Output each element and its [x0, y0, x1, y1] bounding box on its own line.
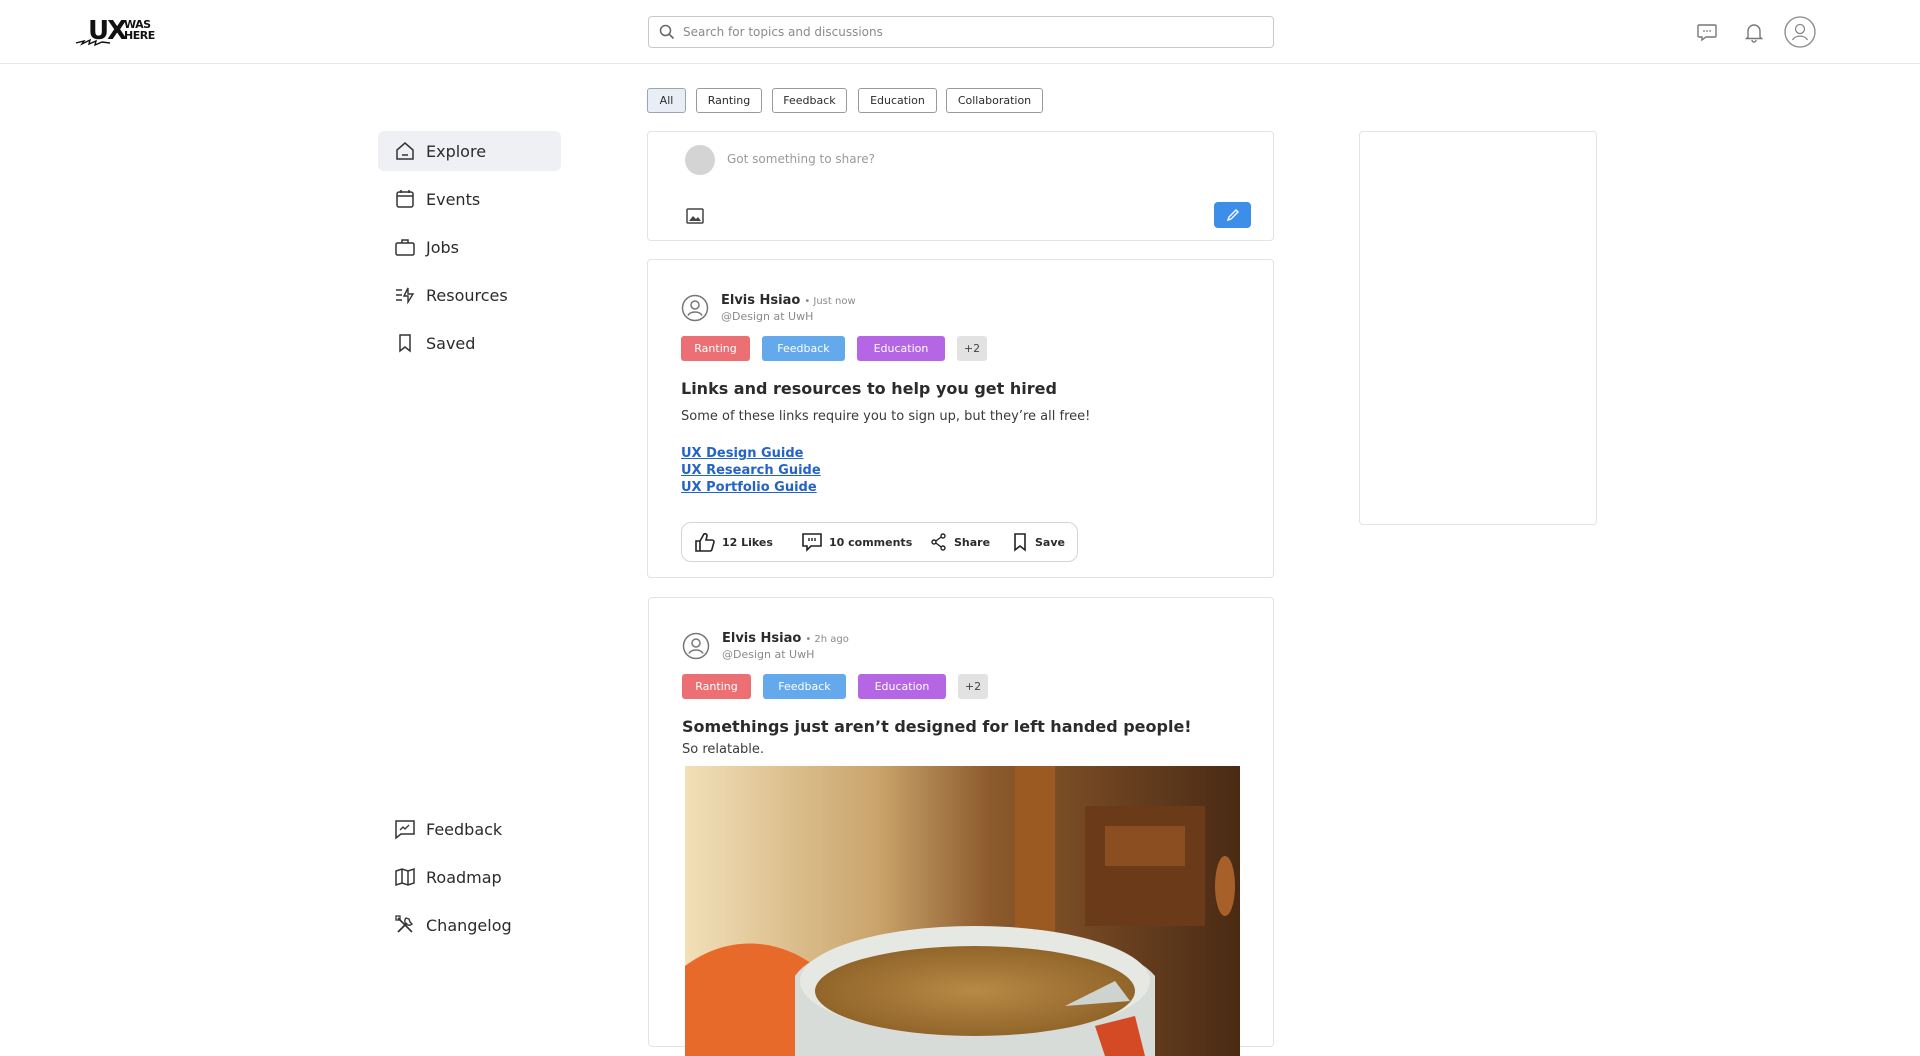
post-actions: 12 Likes 10 comments Share Save — [681, 522, 1078, 562]
post-handle: @Design at UwH — [721, 310, 814, 323]
tag-ranting[interactable]: Ranting — [681, 336, 750, 361]
chat-icon — [1697, 24, 1717, 42]
post-card: Elvis Hsiao • 2h ago @Design at UwH Ranti… — [648, 597, 1274, 1056]
pencil-icon — [1226, 209, 1239, 222]
coffee-cup-photo — [685, 766, 1240, 1056]
post-author[interactable]: Elvis Hsiao • Just now — [721, 293, 856, 308]
logo-splash-graphic — [76, 38, 110, 46]
post-image[interactable] — [685, 766, 1240, 1056]
briefcase-icon — [395, 239, 415, 256]
filter-chip-collaboration[interactable]: Collaboration — [946, 88, 1043, 113]
bookmark-icon — [1014, 533, 1026, 552]
post-title[interactable]: Links and resources to help you get hire… — [681, 379, 1057, 398]
sidebar-item-label: Explore — [426, 141, 487, 161]
top-bar: UX WAS HERE — [0, 0, 1920, 64]
sidebar-item-jobs[interactable]: Jobs — [378, 227, 561, 267]
sidebar-item-changelog[interactable]: Changelog — [378, 905, 561, 945]
sidebar-item-label: Jobs — [426, 237, 459, 257]
like-button[interactable]: 12 Likes — [694, 523, 773, 561]
attach-image-button[interactable] — [685, 206, 705, 226]
sidebar-item-roadmap[interactable]: Roadmap — [378, 857, 561, 897]
post-time: • 2h ago — [805, 634, 849, 645]
logo[interactable]: UX WAS HERE — [76, 16, 156, 46]
link-ux-design-guide[interactable]: UX Design Guide — [681, 446, 804, 461]
tag-ranting[interactable]: Ranting — [682, 674, 751, 699]
profile-button[interactable] — [1784, 16, 1816, 48]
image-icon — [686, 208, 704, 224]
notifications-button[interactable] — [1738, 16, 1770, 48]
feedback-icon — [395, 820, 415, 840]
thumbs-up-icon — [695, 532, 715, 552]
post-body: Some of these links require you to sign … — [681, 409, 1091, 424]
messages-button[interactable] — [1691, 16, 1723, 48]
tag-more[interactable]: +2 — [957, 336, 987, 361]
filter-chip-ranting[interactable]: Ranting — [696, 88, 762, 113]
post-time: • Just now — [804, 296, 856, 307]
resources-icon — [396, 287, 415, 305]
tools-icon — [395, 915, 413, 933]
filter-chip-feedback[interactable]: Feedback — [772, 88, 847, 113]
search-input[interactable] — [683, 25, 1243, 39]
home-icon — [396, 142, 414, 160]
tag-more[interactable]: +2 — [958, 674, 988, 699]
tag-education[interactable]: Education — [858, 674, 946, 699]
sidebar-item-label: Changelog — [426, 915, 512, 935]
post-title[interactable]: Somethings just aren’t designed for left… — [682, 717, 1192, 736]
post-card: Elvis Hsiao • Just now @Design at UwH Ran… — [647, 259, 1274, 578]
sidebar-item-feedback[interactable]: Feedback — [378, 809, 561, 849]
author-avatar-icon[interactable] — [681, 294, 709, 322]
comments-button[interactable]: 10 comments — [801, 523, 912, 561]
sidebar-item-saved[interactable]: Saved — [378, 323, 561, 363]
sidebar-item-label: Resources — [426, 285, 508, 305]
comment-icon — [802, 533, 822, 552]
share-button[interactable]: Share — [930, 523, 990, 561]
sidebar-item-explore[interactable]: Explore — [378, 131, 561, 171]
tag-feedback[interactable]: Feedback — [762, 336, 845, 361]
tag-feedback[interactable]: Feedback — [763, 674, 846, 699]
post-body: So relatable. — [682, 742, 765, 757]
sidebar-item-resources[interactable]: Resources — [378, 275, 561, 315]
filter-chip-education[interactable]: Education — [858, 88, 937, 113]
author-avatar-icon[interactable] — [682, 632, 710, 660]
sidebar-item-events[interactable]: Events — [378, 179, 561, 219]
save-button[interactable]: Save — [1011, 523, 1065, 561]
search-bar[interactable] — [648, 16, 1274, 48]
post-composer: Got something to share? — [647, 131, 1274, 241]
user-icon — [1784, 16, 1816, 48]
sidebar-item-label: Saved — [426, 333, 476, 353]
search-icon — [659, 24, 675, 40]
link-ux-research-guide[interactable]: UX Research Guide — [681, 463, 821, 478]
sidebar-item-label: Roadmap — [426, 867, 502, 887]
sidebar-item-label: Feedback — [426, 819, 503, 839]
bookmark-icon — [399, 334, 411, 353]
bell-icon — [1744, 24, 1764, 43]
link-ux-portfolio-guide[interactable]: UX Portfolio Guide — [681, 480, 817, 495]
filter-chip-all[interactable]: All — [647, 88, 686, 113]
post-handle: @Design at UwH — [722, 648, 815, 661]
calendar-icon — [396, 190, 414, 208]
right-side-panel — [1359, 131, 1597, 525]
map-icon — [395, 867, 415, 887]
tag-education[interactable]: Education — [857, 336, 945, 361]
post-author[interactable]: Elvis Hsiao • 2h ago — [722, 631, 849, 646]
sidebar-item-label: Events — [426, 189, 481, 209]
share-icon — [931, 533, 946, 551]
composer-input[interactable]: Got something to share? — [727, 152, 875, 166]
avatar — [685, 145, 715, 175]
compose-post-button[interactable] — [1214, 202, 1251, 228]
